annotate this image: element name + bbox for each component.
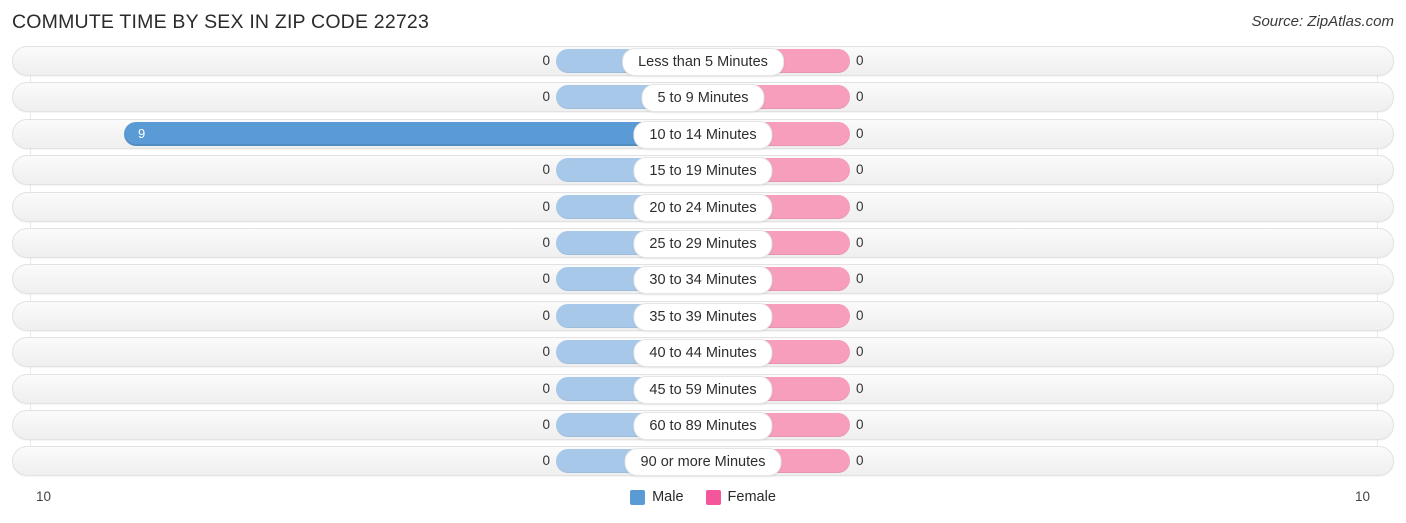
male-value-label: 0 (542, 416, 550, 432)
chart-row: 9 0 10 to 14 Minutes (0, 118, 1406, 149)
male-value-label: 0 (542, 53, 550, 68)
male-value-label: 0 (542, 271, 550, 287)
category-label: 60 to 89 Minutes (633, 411, 773, 440)
legend-item-male[interactable]: Male (630, 489, 684, 505)
female-value-label: 0 (856, 162, 864, 178)
category-label: 20 to 24 Minutes (633, 193, 773, 222)
category-label: 30 to 34 Minutes (633, 266, 773, 295)
source-attribution: Source: ZipAtlas.com (1251, 13, 1394, 30)
chart-row: 0 0 35 to 39 Minutes (0, 300, 1406, 331)
male-value-label: 0 (542, 453, 550, 469)
male-value-label: 0 (542, 307, 550, 323)
female-value-label: 0 (856, 198, 864, 214)
bar-male[interactable]: 9 (124, 121, 703, 146)
male-value-label: 0 (542, 234, 550, 250)
legend-label-female: Female (727, 489, 776, 505)
chart-row: 0 0 20 to 24 Minutes (0, 191, 1406, 222)
category-label: 35 to 39 Minutes (633, 302, 773, 331)
chart-row: 0 0 15 to 19 Minutes (0, 155, 1406, 186)
chart-footer: 10 10 Male Female (0, 486, 1406, 523)
page-title: COMMUTE TIME BY SEX IN ZIP CODE 22723 (12, 11, 430, 33)
male-value-label: 0 (542, 380, 550, 396)
male-value-label: 0 (542, 89, 550, 105)
chart-row: 0 0 40 to 44 Minutes (0, 337, 1406, 368)
chart-row: 0 0 5 to 9 Minutes (0, 82, 1406, 113)
female-value-label: 0 (856, 380, 864, 396)
chart-row: 0 0 60 to 89 Minutes (0, 409, 1406, 440)
legend-label-male: Male (652, 489, 684, 505)
chart-header: COMMUTE TIME BY SEX IN ZIP CODE 22723 So… (0, 0, 1406, 46)
category-label: 90 or more Minutes (624, 448, 782, 477)
female-value-label: 0 (856, 89, 864, 105)
chart-plot-area: 0 0 Less than 5 Minutes 0 0 5 to 9 Minutes 9 0 1… (0, 46, 1406, 486)
bar-male-value: 9 (138, 125, 146, 141)
male-value-label: 0 (542, 198, 550, 214)
category-label: 10 to 14 Minutes (633, 120, 773, 149)
chart-row: 0 0 Less than 5 Minutes (0, 46, 1406, 76)
female-value-label: 0 (856, 125, 864, 141)
category-label: Less than 5 Minutes (622, 48, 784, 76)
category-label: 5 to 9 Minutes (641, 84, 765, 113)
category-label: 45 to 59 Minutes (633, 375, 773, 404)
chart-row: 0 0 90 or more Minutes (0, 446, 1406, 477)
female-value-label: 0 (856, 234, 864, 250)
male-value-label: 0 (542, 162, 550, 178)
male-value-label: 0 (542, 344, 550, 360)
chart-row: 0 0 30 to 34 Minutes (0, 264, 1406, 295)
legend-swatch-female-icon (705, 489, 721, 505)
chart-rows: 0 0 Less than 5 Minutes 0 0 5 to 9 Minutes 9 0 1… (0, 46, 1406, 483)
female-value-label: 0 (856, 53, 864, 68)
female-value-label: 0 (856, 271, 864, 287)
category-label: 15 to 19 Minutes (633, 157, 773, 186)
category-label: 25 to 29 Minutes (633, 229, 773, 258)
legend-swatch-male-icon (630, 489, 646, 505)
chart-row: 0 0 25 to 29 Minutes (0, 227, 1406, 258)
female-value-label: 0 (856, 307, 864, 323)
category-label: 40 to 44 Minutes (633, 339, 773, 368)
female-value-label: 0 (856, 453, 864, 469)
chart-row: 0 0 45 to 59 Minutes (0, 373, 1406, 404)
legend-item-female[interactable]: Female (705, 489, 776, 505)
female-value-label: 0 (856, 416, 864, 432)
chart-legend: Male Female (0, 489, 1406, 505)
female-value-label: 0 (856, 344, 864, 360)
